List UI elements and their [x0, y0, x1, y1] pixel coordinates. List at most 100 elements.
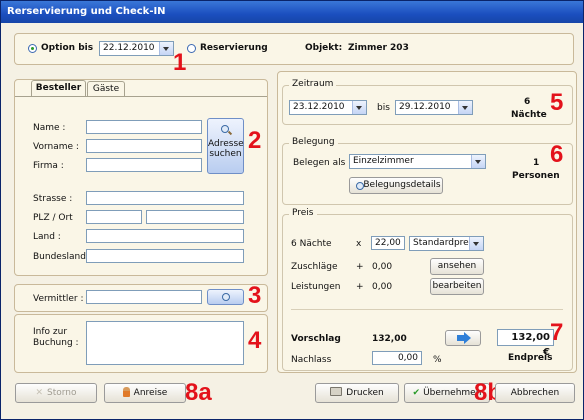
ort-input[interactable]	[146, 210, 244, 224]
zeitraum-from-value: 23.12.2010	[293, 102, 345, 112]
preis-divider	[291, 309, 563, 310]
search-icon	[356, 182, 364, 190]
tab-divider	[15, 96, 267, 97]
land-label: Land :	[33, 232, 61, 242]
belegungsdetails-label: Belegungsdetails	[363, 180, 441, 190]
abbrechen-button[interactable]: Abbrechen	[495, 383, 575, 403]
endpreis-label: Endpreis	[508, 353, 553, 363]
tab-besteller[interactable]: Besteller	[31, 80, 86, 96]
zeitraum-to-value: 29.12.2010	[399, 102, 451, 112]
option-date-dropdown[interactable]: 22.12.2010	[99, 41, 174, 56]
einzelpreis-input[interactable]: 22,00	[371, 236, 405, 250]
besteller-panel: Besteller Gäste Name : Vorname : Firma :…	[14, 79, 268, 276]
abbrechen-label: Abbrechen	[510, 388, 560, 398]
suchen-label: suchen	[209, 149, 242, 159]
personen-count: 1	[533, 158, 540, 168]
zeitraum-from-dropdown[interactable]: 23.12.2010	[289, 100, 367, 115]
bundesland-input[interactable]	[86, 249, 244, 263]
chevron-down-icon[interactable]	[471, 155, 485, 168]
vorname-label: Vorname :	[33, 142, 79, 152]
plz-input[interactable]	[86, 210, 142, 224]
zuschlaege-label: Zuschläge	[291, 262, 338, 272]
nachlass-input[interactable]: 0,00	[372, 351, 422, 365]
zeitraum-legend: Zeitraum	[289, 79, 337, 89]
zimmertyp-value: Einzelzimmer	[353, 156, 414, 166]
uebernehmen-vorschlag-button[interactable]	[445, 330, 481, 346]
drucken-label: Drucken	[346, 388, 384, 398]
zeitraum-group: Zeitraum 23.12.2010 bis 29.12.2010 6 Näc…	[282, 79, 573, 125]
window-title: Rerservierung und Check-IN	[1, 1, 583, 23]
preisart-value: Standardpreis	[413, 238, 476, 248]
vermittler-input[interactable]	[86, 290, 202, 304]
strasse-input[interactable]	[86, 191, 244, 205]
belegung-group: Belegung Belegen als Einzelzimmer Belegu…	[282, 137, 573, 205]
ansehen-button[interactable]: ansehen	[430, 258, 484, 275]
endpreis-input[interactable]: 132,00 €	[497, 329, 554, 358]
marker-4: 4	[248, 327, 262, 354]
land-input[interactable]	[86, 229, 244, 243]
leistungen-plus: +	[356, 282, 364, 292]
bis-label: bis	[377, 103, 390, 113]
vermittler-panel: Vermittler :	[14, 284, 268, 312]
belegungsdetails-button[interactable]: Belegungsdetails	[349, 177, 443, 194]
bundesland-label: Bundesland :	[33, 252, 92, 262]
marker-2: 2	[248, 127, 262, 154]
reservation-window: Rerservierung und Check-IN Option bis 22…	[0, 0, 584, 420]
belegen-als-label: Belegen als	[293, 158, 346, 168]
zuschlaege-value: 0,00	[372, 262, 393, 272]
info-label-2: Buchung :	[33, 338, 79, 348]
check-icon: ✔	[412, 388, 421, 398]
printer-icon	[330, 387, 343, 396]
person-icon	[122, 387, 130, 397]
times-sign: x	[356, 239, 362, 249]
search-icon	[222, 293, 230, 301]
zeitraum-to-dropdown[interactable]: 29.12.2010	[395, 100, 473, 115]
name-input[interactable]	[86, 120, 202, 134]
vorschlag-label: Vorschlag	[291, 334, 341, 344]
chevron-down-icon[interactable]	[352, 101, 366, 114]
storno-label: Storno	[47, 388, 77, 398]
chevron-down-icon[interactable]	[458, 101, 472, 114]
info-textarea[interactable]	[86, 321, 244, 365]
anreise-button[interactable]: Anreise	[104, 383, 186, 403]
name-label: Name :	[33, 123, 66, 133]
adresse-suchen-button[interactable]: Adresse suchen	[207, 118, 244, 174]
zimmertyp-dropdown[interactable]: Einzelzimmer	[349, 154, 486, 169]
vorname-input[interactable]	[86, 139, 202, 153]
preis-legend: Preis	[289, 208, 317, 218]
reservierung-radio[interactable]	[187, 44, 196, 53]
objekt-value: Zimmer 203	[348, 43, 409, 53]
marker-5: 5	[550, 89, 564, 116]
option-radio[interactable]	[28, 44, 37, 53]
option-date-value: 22.12.2010	[103, 43, 155, 53]
chevron-down-icon[interactable]	[159, 42, 173, 55]
marker-8a: 8a	[185, 379, 212, 406]
preis-group: Preis 6 Nächte x 22,00 Standardpreis Zus…	[282, 208, 573, 371]
marker-6: 6	[550, 141, 564, 168]
strasse-label: Strasse :	[33, 194, 73, 204]
info-panel: Info zur Buchung :	[14, 314, 268, 373]
firma-label: Firma :	[33, 161, 64, 171]
zuschlaege-plus: +	[356, 262, 364, 272]
drucken-button[interactable]: Drucken	[315, 383, 399, 403]
preisart-dropdown[interactable]: Standardpreis	[409, 236, 484, 251]
arrow-right-icon-head	[464, 332, 471, 344]
bearbeiten-button[interactable]: bearbeiten	[430, 278, 484, 295]
leistungen-label: Leistungen	[291, 282, 341, 292]
storno-button[interactable]: ✕ Storno	[15, 383, 97, 403]
vermittler-label: Vermittler :	[33, 294, 84, 304]
search-icon	[220, 125, 232, 136]
option-label: Option bis	[41, 43, 94, 53]
chevron-down-icon[interactable]	[469, 237, 483, 250]
marker-1: 1	[173, 49, 187, 76]
leistungen-value: 0,00	[372, 282, 393, 292]
plz-ort-label: PLZ / Ort	[33, 213, 73, 223]
vermittler-search-button[interactable]	[207, 289, 244, 305]
firma-input[interactable]	[86, 158, 202, 172]
option-panel: Option bis 22.12.2010 Reservierung Objek…	[14, 33, 574, 65]
tab-gaeste[interactable]: Gäste	[87, 81, 125, 96]
anreise-label: Anreise	[133, 388, 168, 398]
nachlass-label: Nachlass	[291, 355, 332, 365]
naechte-label: Nächte	[511, 110, 547, 120]
uebernehmen-label: Übernehmen	[423, 388, 482, 398]
